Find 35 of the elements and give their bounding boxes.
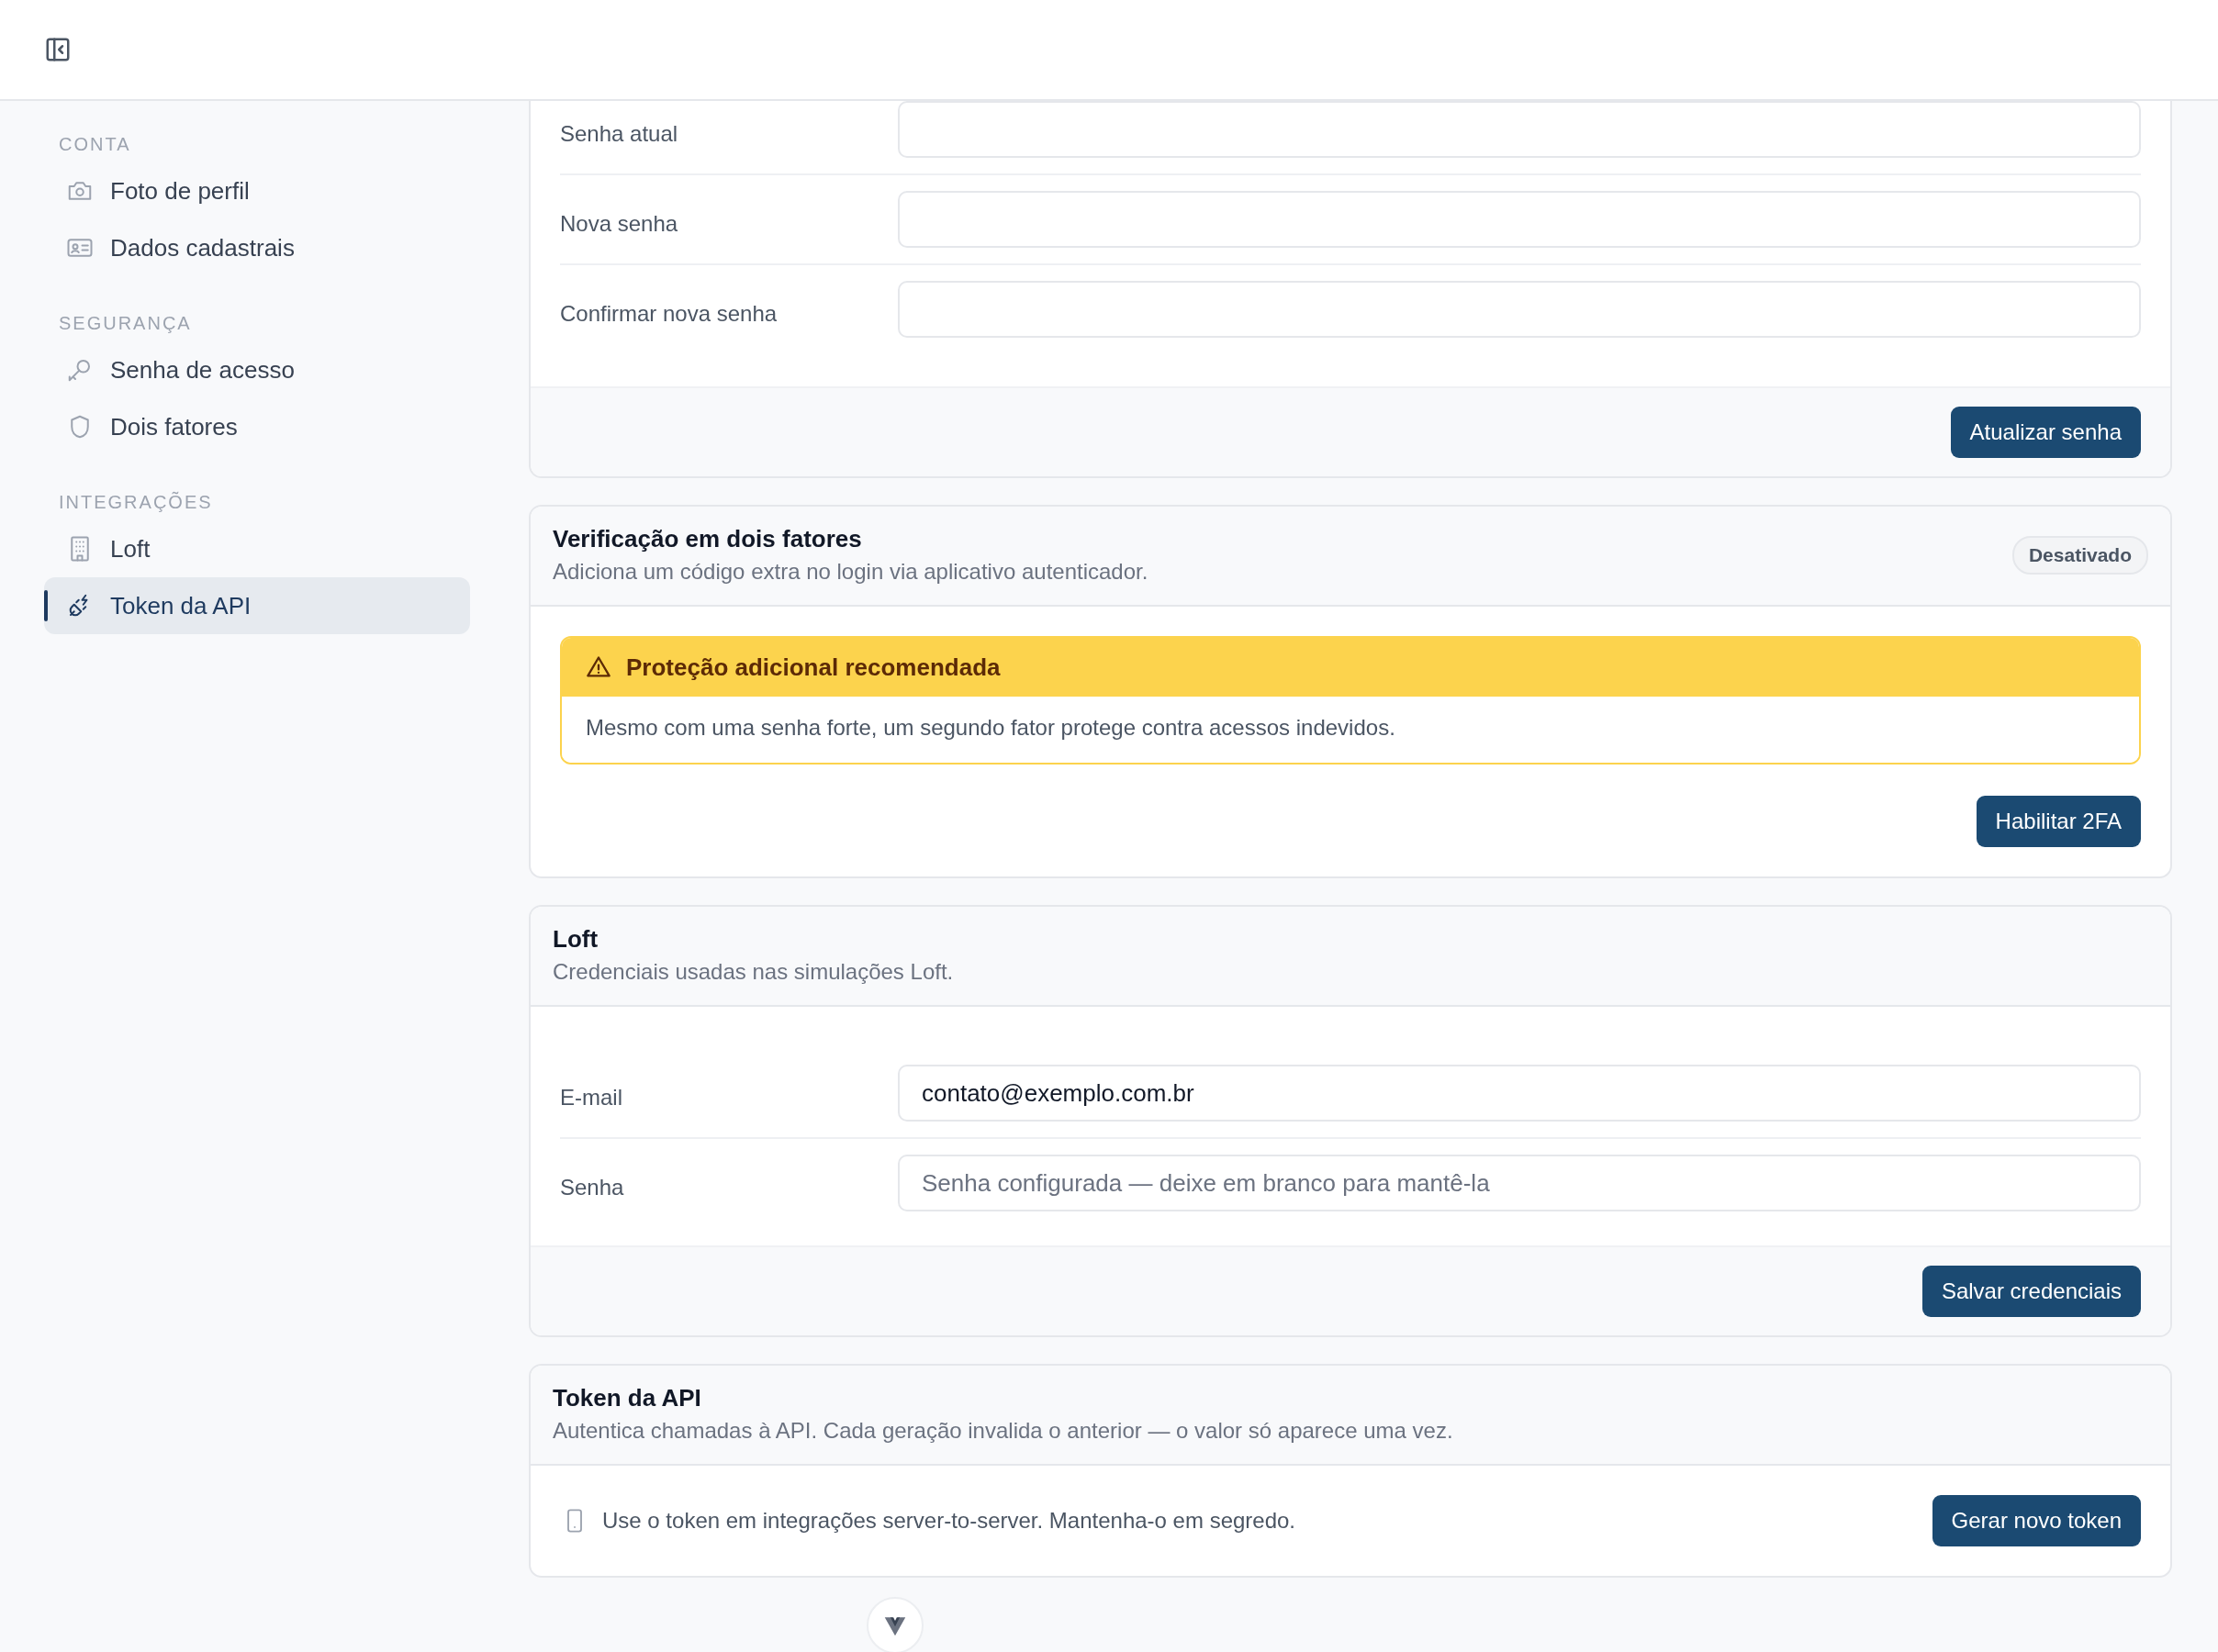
sidebar-toggle-icon[interactable] bbox=[44, 36, 72, 63]
password-field[interactable]: Senha configurada — deixe em branco para mantê-la bbox=[898, 1155, 2141, 1211]
enable-2fa-button[interactable]: Habilitar 2FA bbox=[1976, 796, 2141, 847]
card-subtitle: Autentica chamadas à API. Cada geração invalida o anterior — o valor só aparece uma vez. bbox=[553, 1418, 1453, 1444]
email-field[interactable]: contato@exemplo.com.br bbox=[898, 1065, 2141, 1122]
card-title: Loft bbox=[553, 925, 599, 954]
card-subtitle: Credenciais usadas nas simulações Loft. bbox=[553, 959, 954, 985]
generate-token-button[interactable]: Gerar novo token bbox=[1932, 1495, 2141, 1546]
field-label: Nova senha bbox=[560, 210, 679, 237]
section-heading: SEGURANÇA bbox=[58, 312, 193, 335]
card-subtitle: Adiciona um código extra no login via aplicativo autenticador. bbox=[553, 559, 1148, 585]
password-field[interactable] bbox=[898, 281, 2141, 338]
warning-icon bbox=[586, 654, 611, 680]
field-label: Confirmar nova senha bbox=[560, 300, 779, 327]
sidebar-item[interactable]: Foto de perfil bbox=[44, 162, 470, 219]
section-heading: INTEGRAÇÕES bbox=[58, 490, 214, 514]
status-badge: Desativado bbox=[2011, 535, 2148, 575]
sidebar-item[interactable]: Loft bbox=[44, 520, 470, 577]
card-title: Verificação em dois fatores bbox=[553, 525, 863, 553]
section-heading: CONTA bbox=[58, 133, 132, 156]
alert-title: Proteção adicional recomendada bbox=[626, 653, 1001, 682]
save-credentials-button[interactable]: Salvar credenciais bbox=[1921, 1266, 2141, 1317]
sidebar-item[interactable]: Dois fatores bbox=[44, 398, 470, 455]
field-label: Senha bbox=[560, 1174, 625, 1200]
password-field[interactable] bbox=[898, 191, 2141, 248]
password-field[interactable] bbox=[898, 101, 2141, 158]
update-password-button[interactable]: Atualizar senha bbox=[1950, 407, 2141, 458]
sidebar-item[interactable]: Senha de acesso bbox=[44, 341, 470, 398]
card-title: Token da API bbox=[553, 1384, 702, 1412]
sidebar-item[interactable]: Token da API bbox=[44, 577, 470, 634]
field-label: Senha atual bbox=[560, 120, 679, 147]
sidebar-item[interactable]: Dados cadastrais bbox=[44, 219, 470, 276]
floating-toggle-button[interactable] bbox=[867, 1597, 924, 1652]
field-label: E-mail bbox=[560, 1084, 623, 1111]
token-note: Use o token em integrações server-to-server. Mantenha-o em segredo. bbox=[602, 1508, 1297, 1534]
